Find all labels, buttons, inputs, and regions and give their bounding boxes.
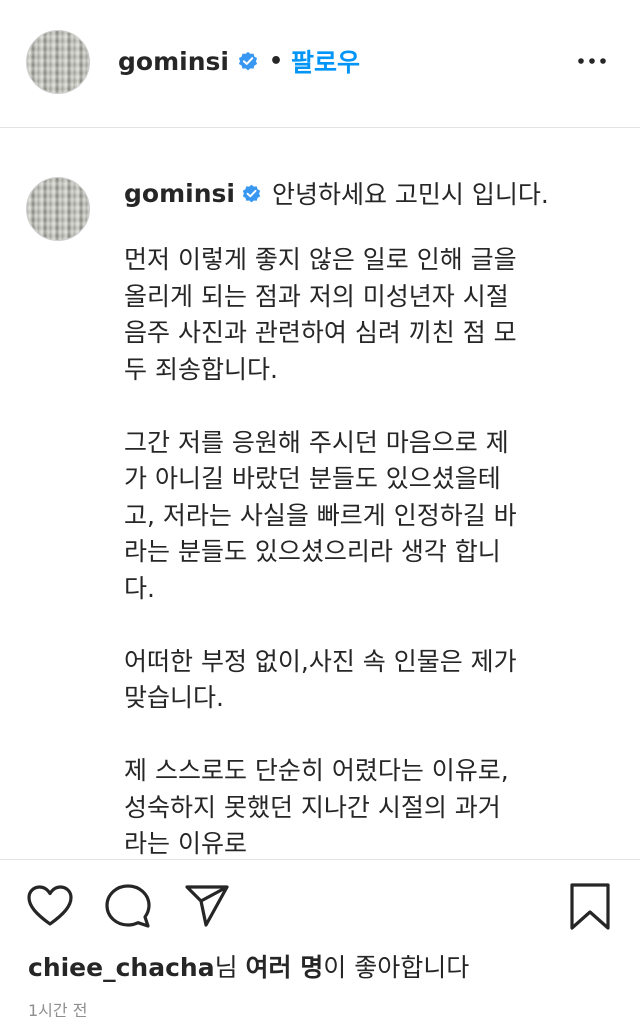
header-user-block: gominsi • 팔로우 — [118, 43, 360, 79]
likes-suffix-2: 이 좋아합니다 — [323, 953, 470, 982]
likes-others-link[interactable]: 여러 명 — [246, 953, 324, 982]
post-timestamp[interactable]: 1시간 전 — [28, 997, 87, 1017]
caption-body: 먼저 이렇게 좋지 않은 일로 인해 글을 올리게 되는 점과 저의 미성년자 … — [124, 242, 594, 859]
verified-badge-icon — [238, 51, 258, 71]
liker-username[interactable]: chiee_chacha — [28, 953, 215, 982]
profile-avatar[interactable] — [26, 30, 90, 94]
caption-paragraph: 그간 저를 응원해 주시던 마음으로 제 가 아니길 바랐던 분들도 있으셨을테… — [124, 427, 517, 603]
caption-paragraph: 먼저 이렇게 좋지 않은 일로 인해 글을 올리게 되는 점과 저의 미성년자 … — [124, 245, 517, 384]
bookmark-icon[interactable] — [568, 882, 612, 932]
heart-icon[interactable] — [26, 884, 74, 928]
caption-section: gominsi 안녕하세요 고민시 입니다. 먼저 이렇게 좋지 않은 일로 인… — [0, 129, 640, 859]
likes-suffix-1: 님 — [214, 953, 246, 982]
header-username[interactable]: gominsi — [118, 47, 229, 76]
verified-badge-icon — [242, 184, 261, 202]
more-options-icon[interactable] — [577, 52, 607, 70]
caption-paragraph: 제 스스로도 단순히 어렸다는 이유로, 성숙하지 못했던 지나간 시절의 과거… — [124, 756, 509, 858]
post-header: gominsi • 팔로우 — [0, 0, 640, 128]
caption-username[interactable]: gominsi — [124, 179, 235, 208]
follow-button[interactable]: 팔로우 — [291, 43, 360, 79]
caption-first-line: 안녕하세요 고민시 입니다. — [271, 180, 549, 209]
likes-summary: chiee_chacha님 여러 명이 좋아합니다 — [28, 948, 469, 984]
separator-dot: • — [268, 48, 283, 74]
share-icon[interactable] — [184, 884, 230, 928]
caption-head: gominsi 안녕하세요 고민시 입니다. — [124, 175, 549, 211]
caption-paragraph: 어떠한 부정 없이,사진 속 인물은 제가 맞습니다. — [124, 646, 517, 713]
comment-icon[interactable] — [104, 884, 152, 930]
caption-avatar[interactable] — [26, 177, 90, 241]
action-bar: chiee_chacha님 여러 명이 좋아합니다 1시간 전 — [0, 859, 640, 1017]
